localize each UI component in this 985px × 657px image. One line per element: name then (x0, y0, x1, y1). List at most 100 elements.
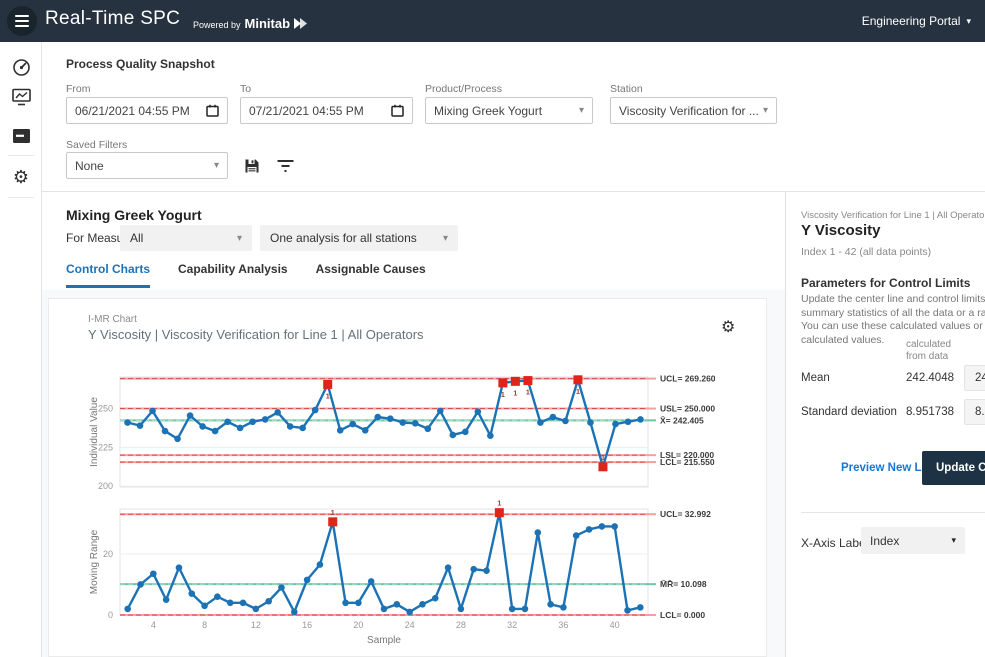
data-point[interactable] (274, 409, 281, 416)
data-point[interactable] (201, 603, 208, 610)
out-of-control-point[interactable] (573, 375, 582, 384)
data-point[interactable] (522, 606, 529, 613)
data-point[interactable] (249, 418, 256, 425)
data-point[interactable] (381, 606, 388, 613)
data-point[interactable] (399, 419, 406, 426)
data-point[interactable] (487, 432, 494, 439)
calendar-icon[interactable] (391, 104, 404, 117)
data-point[interactable] (199, 423, 206, 430)
to-date-input[interactable]: 07/21/2021 04:55 PM (240, 97, 413, 124)
out-of-control-point[interactable] (323, 380, 332, 389)
data-point[interactable] (534, 529, 541, 536)
data-point[interactable] (624, 607, 631, 614)
data-point[interactable] (137, 422, 144, 429)
data-point[interactable] (424, 425, 431, 432)
data-point[interactable] (462, 429, 469, 436)
data-point[interactable] (387, 415, 394, 422)
data-point[interactable] (312, 407, 319, 414)
data-point[interactable] (573, 532, 580, 539)
data-point[interactable] (176, 564, 183, 571)
data-point[interactable] (262, 416, 269, 423)
stdev-input[interactable] (964, 399, 985, 425)
data-point[interactable] (212, 428, 219, 435)
out-of-control-point[interactable] (495, 508, 504, 517)
update-control-limits-button[interactable]: Update Control Limits (922, 451, 985, 485)
chart-settings-gear-icon[interactable]: ⚙︎ (721, 320, 735, 336)
data-point[interactable] (278, 584, 285, 591)
data-point[interactable] (509, 606, 516, 613)
data-point[interactable] (586, 526, 593, 533)
data-point[interactable] (342, 599, 349, 606)
tab-assignable-causes[interactable]: Assignable Causes (316, 262, 426, 288)
menu-hamburger-icon[interactable] (7, 6, 37, 36)
data-point[interactable] (587, 419, 594, 426)
data-point[interactable] (412, 420, 419, 427)
data-point[interactable] (304, 577, 311, 584)
data-point[interactable] (124, 606, 131, 613)
data-point[interactable] (475, 408, 482, 415)
saved-filters-dropdown[interactable]: None ▾ (66, 152, 228, 179)
out-of-control-point[interactable] (498, 378, 507, 387)
from-date-input[interactable]: 06/21/2021 04:55 PM (66, 97, 228, 124)
tab-capability-analysis[interactable]: Capability Analysis (178, 262, 288, 288)
data-point[interactable] (355, 599, 362, 606)
station-dropdown[interactable]: Viscosity Verification for ... ▾ (610, 97, 777, 124)
data-point[interactable] (291, 609, 298, 616)
data-point[interactable] (237, 425, 244, 432)
data-point[interactable] (612, 421, 619, 428)
tab-control-charts[interactable]: Control Charts (66, 262, 150, 288)
data-point[interactable] (349, 421, 356, 428)
data-point[interactable] (317, 561, 324, 568)
sidebar-item-monitor[interactable] (0, 88, 42, 106)
product-dropdown[interactable]: Mixing Greek Yogurt ▾ (425, 97, 593, 124)
data-point[interactable] (227, 599, 234, 606)
data-point[interactable] (445, 564, 452, 571)
out-of-control-point[interactable] (523, 376, 532, 385)
data-point[interactable] (163, 596, 170, 603)
data-point[interactable] (537, 419, 544, 426)
calendar-icon[interactable] (206, 104, 219, 117)
data-point[interactable] (625, 418, 632, 425)
xaxis-dropdown[interactable]: Index ▾ (861, 527, 965, 554)
data-point[interactable] (240, 599, 247, 606)
data-point[interactable] (458, 606, 465, 613)
data-point[interactable] (406, 609, 413, 616)
data-point[interactable] (599, 523, 606, 530)
data-point[interactable] (287, 423, 294, 430)
out-of-control-point[interactable] (328, 517, 337, 526)
data-point[interactable] (562, 418, 569, 425)
data-point[interactable] (150, 570, 157, 577)
data-point[interactable] (547, 601, 554, 608)
sidebar-item-archive[interactable] (0, 128, 42, 144)
data-point[interactable] (214, 593, 221, 600)
data-point[interactable] (374, 414, 381, 421)
data-point[interactable] (362, 427, 369, 434)
out-of-control-point[interactable] (511, 377, 520, 386)
data-point[interactable] (560, 604, 567, 611)
data-point[interactable] (483, 567, 490, 574)
out-of-control-point[interactable] (598, 462, 607, 471)
data-point[interactable] (162, 428, 169, 435)
data-point[interactable] (450, 432, 457, 439)
data-point[interactable] (368, 578, 375, 585)
data-point[interactable] (137, 581, 144, 588)
data-point[interactable] (337, 427, 344, 434)
filter-button[interactable] (274, 155, 296, 177)
data-point[interactable] (419, 601, 426, 608)
data-point[interactable] (637, 604, 644, 611)
data-point[interactable] (470, 566, 477, 573)
data-point[interactable] (188, 590, 195, 597)
data-point[interactable] (224, 418, 231, 425)
data-point[interactable] (437, 408, 444, 415)
mean-input[interactable] (964, 365, 985, 391)
data-point[interactable] (611, 523, 618, 530)
data-point[interactable] (299, 425, 306, 432)
save-filter-button[interactable] (241, 155, 263, 177)
analysis-dropdown[interactable]: One analysis for all stations ▾ (260, 225, 458, 251)
measure-dropdown[interactable]: All ▾ (120, 225, 252, 251)
data-point[interactable] (265, 598, 272, 605)
data-point[interactable] (174, 436, 181, 443)
portal-menu[interactable]: Engineering Portal ▾ (862, 14, 971, 28)
sidebar-item-settings[interactable]: ⚙︎ (0, 168, 42, 186)
data-point[interactable] (253, 606, 260, 613)
